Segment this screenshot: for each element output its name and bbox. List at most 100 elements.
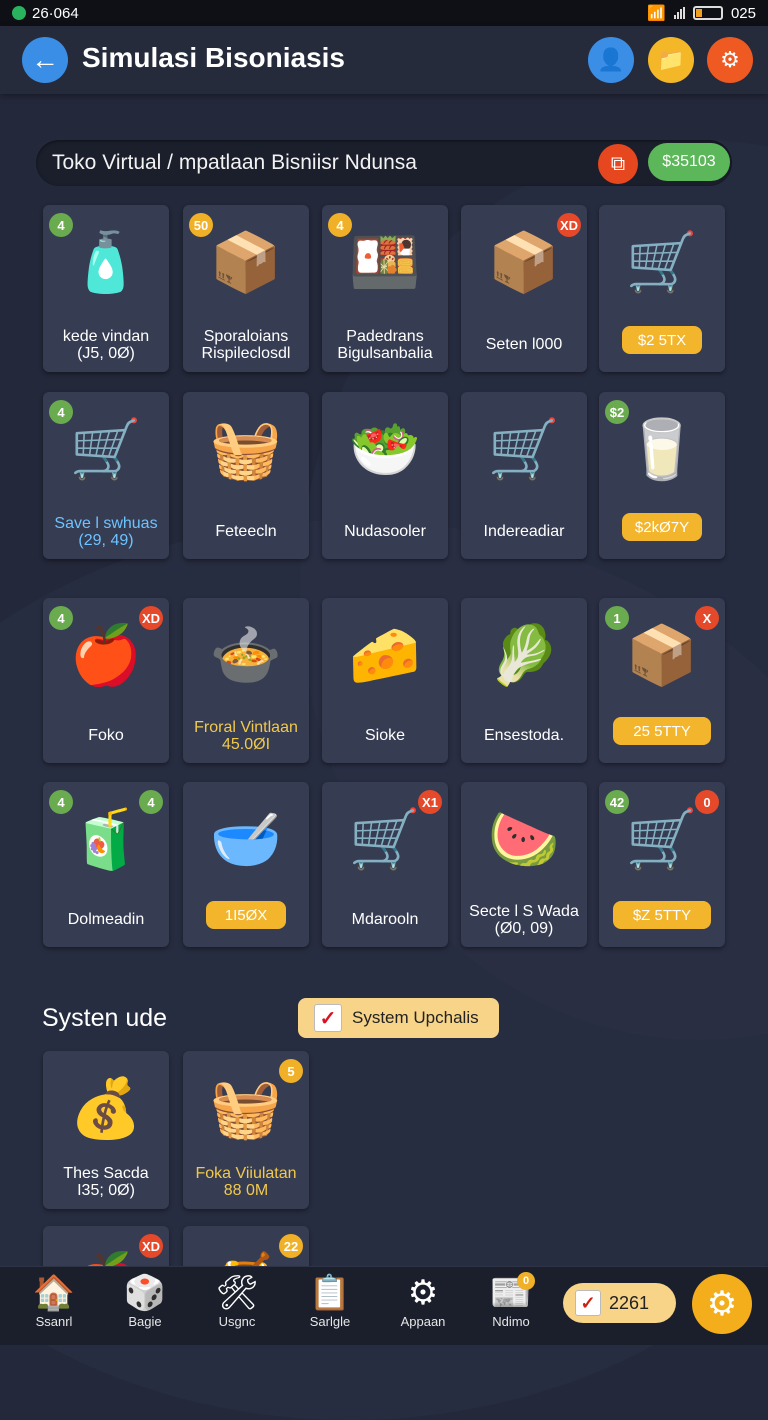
product-card[interactable]: 💰 Thes Sacda I35; 0Ø) (43, 1051, 169, 1209)
vegetable-crate-icon: 🥗 (348, 417, 422, 482)
product-card[interactable]: 📦 1 X 25 5TTY (599, 598, 725, 763)
card-label: Thes Sacda (63, 1165, 149, 1182)
card-label: Sporaloians (203, 328, 289, 345)
gear-icon: ⚙ (720, 47, 740, 72)
price-button[interactable]: 25 5TTY (613, 717, 711, 745)
settings-button[interactable]: ⚙ (707, 37, 753, 83)
product-card[interactable]: 🍉 Secte l S Wada (Ø0, 09) (461, 782, 587, 947)
task-counter[interactable]: ✓ 2261 (563, 1283, 676, 1323)
gear-icon: ⚙ (706, 1285, 738, 1323)
settings-fab[interactable]: ⚙ (692, 1274, 752, 1334)
crop-button[interactable]: ⧉ (598, 144, 638, 184)
wifi-icon: 📶 (647, 5, 666, 22)
product-card[interactable]: 🍱 4 Padedrans Bigulsanbalia (322, 205, 448, 372)
product-card[interactable]: 🥗 Nudasooler (322, 392, 448, 559)
card-sublabel: 88 0M (223, 1182, 269, 1199)
card-label: Mdarooln (351, 911, 419, 928)
nav-item-sarlgle[interactable]: 📋 Sarlgle (292, 1272, 368, 1329)
signal-icon (673, 7, 685, 19)
product-card[interactable]: 🥬 Ensestoda. (461, 598, 587, 763)
card-badge-right: XD (139, 1234, 163, 1258)
food-tray-icon: 🍲 (209, 623, 283, 688)
store-icon: 🏠 (32, 1274, 76, 1312)
product-card[interactable]: 🧺 Feteecln (183, 392, 309, 559)
product-card[interactable]: 📦 XD Seten l000 (461, 205, 587, 372)
product-card[interactable]: 🧴 4 kede vindan (J5, 0Ø) (43, 205, 169, 372)
card-label: Nudasooler (344, 523, 426, 540)
dice-icon: 🎲 (123, 1274, 167, 1312)
coin-box-icon: 💰 (69, 1076, 143, 1141)
system-update-button[interactable]: ✓ System Upchalis (298, 998, 499, 1038)
card-badge-right: XD (139, 606, 163, 630)
card-badge-right: 22 (279, 1234, 303, 1258)
search-text: Toko Virtual / mpatlaan Bisniisr Ndunsa (52, 151, 417, 174)
folder-button[interactable]: 📁 (648, 37, 694, 83)
balance-badge[interactable]: $35103 (648, 143, 730, 181)
page-title: Simulasi Bisoniasis (82, 42, 345, 73)
product-card[interactable]: 🍲 Froral Vintlaan 45.0ØI (183, 598, 309, 763)
app-header: ← Simulasi Bisoniasis 👤 📁 ⚙ (0, 26, 768, 94)
nav-label: Ndimo (492, 1314, 530, 1329)
nav-label: Usgnc (218, 1314, 256, 1329)
product-card[interactable]: 🛒 42 0 $Z 5TTY (599, 782, 725, 947)
folder-icon: 📁 (657, 47, 685, 72)
product-card[interactable]: 🛒 X1 Mdarooln (322, 782, 448, 947)
arrow-left-icon: ← (31, 44, 59, 75)
card-badge-left: 4 (49, 790, 73, 814)
nav-item-bagie[interactable]: 🎲 Bagie (107, 1272, 183, 1329)
nav-item-usgnc[interactable]: 🛠 Usgnc (199, 1272, 275, 1329)
crop-icon: ⧉ (610, 152, 626, 175)
card-sublabel: Bigulsanbalia (337, 345, 433, 362)
product-card[interactable]: 🥛 $2 $2kØ7Y (599, 392, 725, 559)
product-card[interactable]: 🧀 Sioke (322, 598, 448, 763)
nav-badge: 0 (517, 1272, 535, 1290)
card-badge-right: 4 (139, 790, 163, 814)
price-button[interactable]: $Z 5TTY (613, 901, 711, 929)
card-label: Ensestoda. (483, 727, 565, 744)
product-card[interactable]: 🍎 4 XD Foko (43, 598, 169, 763)
app-notification-icon (12, 6, 26, 20)
product-card[interactable]: 🥣 1I5ØX (183, 782, 309, 947)
product-card[interactable]: 🛒 Indereadiar (461, 392, 587, 559)
battery-icon (692, 6, 723, 20)
nav-item-appaan[interactable]: ⚙ Appaan (385, 1272, 461, 1329)
cereal-box-icon: 🥣 (209, 807, 283, 872)
price-button[interactable]: $2kØ7Y (622, 513, 702, 541)
card-badge-right: XD (557, 213, 581, 237)
card-badge-left: 50 (189, 213, 213, 237)
card-sublabel: Rispileclosdl (201, 345, 291, 362)
product-card[interactable]: 📦 50 Sporaloians Rispileclosdl (183, 205, 309, 372)
checkbox-icon: ✓ (575, 1290, 601, 1316)
card-label: Froral Vintlaan (194, 719, 298, 736)
product-card[interactable]: 🧃 4 4 Dolmeadin (43, 782, 169, 947)
crate-icon: 🧺 (209, 417, 283, 482)
product-card[interactable]: 🛒 4 Save l swhuas (29, 49) (43, 392, 169, 559)
nav-item-ndimo[interactable]: 📰 Ndimo 0 (473, 1272, 549, 1329)
card-sublabel: 45.0ØI (221, 736, 271, 753)
card-label: Seten l000 (485, 336, 563, 353)
cheese-box-icon: 🧀 (348, 623, 422, 688)
card-sublabel: (J5, 0Ø) (77, 345, 135, 362)
product-card[interactable]: 🧺 5 Foka Viiulatan 88 0M (183, 1051, 309, 1209)
search-bar[interactable]: Toko Virtual / mpatlaan Bisniisr Ndunsa … (36, 140, 732, 186)
section-title: Systen ude (42, 1004, 168, 1032)
nav-item-ssanrl[interactable]: 🏠 Ssanrl (16, 1272, 92, 1329)
price-button[interactable]: 1I5ØX (206, 901, 286, 929)
profile-button[interactable]: 👤 (588, 37, 634, 83)
nav-label: Sarlgle (309, 1314, 351, 1329)
card-label: Foka Viiulatan (195, 1165, 297, 1182)
card-badge-right: 5 (279, 1059, 303, 1083)
back-button[interactable]: ← (22, 37, 68, 83)
card-label: Save l swhuas (54, 515, 158, 532)
card-badge-left: 4 (49, 606, 73, 630)
nav-label: Ssanrl (35, 1314, 73, 1329)
task-counter-value: 2261 (609, 1292, 650, 1313)
product-card[interactable]: 🛒 $2 5TX (599, 205, 725, 372)
card-label: Foko (88, 727, 124, 744)
user-icon: 👤 (597, 47, 625, 72)
card-badge-left: 4 (49, 213, 73, 237)
card-badge-left: 4 (49, 400, 73, 424)
status-bar: 26·064 📶 025 (0, 0, 768, 26)
price-button[interactable]: $2 5TX (622, 326, 702, 354)
fruit-cart-icon: 🍉 (487, 807, 561, 872)
